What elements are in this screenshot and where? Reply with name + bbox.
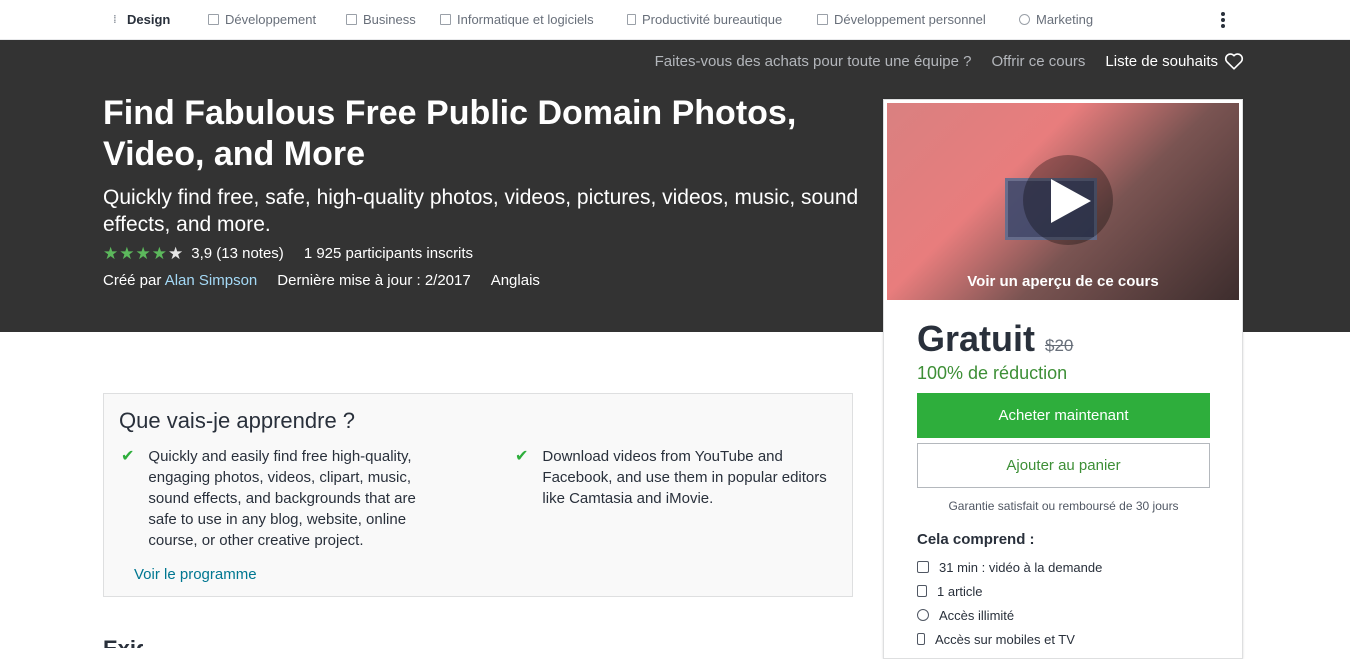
header-links: Faites-vous des achats pour toute une éq… (655, 52, 1244, 70)
play-icon[interactable] (1051, 179, 1091, 223)
nav-item-label: Informatique et logiciels (457, 12, 594, 27)
includes-item: 1 article (917, 579, 1102, 603)
check-icon: ✔ (121, 448, 135, 465)
category-nav: ⁞ Design Développement Business Informat… (0, 0, 1350, 40)
learn-item-text: Download videos from YouTube and Faceboo… (542, 448, 827, 507)
includes-title: Cela comprend : (917, 531, 1035, 548)
nav-item-personal-development[interactable]: Développement personnel (817, 12, 986, 27)
video-icon (917, 561, 929, 573)
course-meta: Créé par Alan Simpson Dernière mise à jo… (103, 272, 540, 289)
course-title: Find Fabulous Free Public Domain Photos,… (103, 94, 797, 173)
team-purchase-link[interactable]: Faites-vous des achats pour toute une éq… (655, 53, 972, 70)
design-icon: ⁞ (113, 14, 117, 26)
nav-item-design[interactable]: ⁞ Design (113, 12, 170, 27)
money-back-guarantee: Garantie satisfait ou remboursé de 30 jo… (948, 499, 1179, 513)
learn-item-text: Quickly and easily find free high-qualit… (148, 448, 416, 549)
learn-item: ✔ Download videos from YouTube and Faceb… (515, 446, 832, 509)
wishlist-label: Liste de souhaits (1105, 52, 1218, 70)
author-line: Créé par Alan Simpson (103, 272, 257, 289)
check-icon: ✔ (515, 448, 529, 465)
star-icon: ★ (103, 244, 119, 263)
course-preview[interactable]: Voir un aperçu de ce cours (887, 103, 1239, 300)
star-empty-icon: ★ (168, 244, 184, 263)
infinity-icon (917, 609, 929, 621)
nav-item-business[interactable]: Business (346, 12, 416, 27)
includes-list: 31 min : vidéo à la demande 1 article Ac… (917, 555, 1102, 651)
star-icon: ★ (151, 244, 167, 263)
nav-item-label: Marketing (1036, 12, 1094, 27)
mobile-icon (917, 633, 925, 645)
includes-item-label: 1 article (937, 583, 983, 599)
nav-item-development[interactable]: Développement (208, 12, 316, 27)
current-price: Gratuit (917, 318, 1036, 359)
created-by-label: Créé par (103, 272, 162, 289)
learn-item: ✔ Quickly and easily find free high-qual… (121, 446, 438, 551)
student-count: 1 925 participants inscrits (303, 245, 474, 262)
last-updated: Dernière mise à jour : 2/2017 (277, 272, 471, 289)
star-icon: ★ (135, 244, 151, 263)
book-icon (817, 14, 828, 25)
gift-course-link[interactable]: Offrir ce cours (992, 53, 1086, 70)
add-to-cart-button[interactable]: Ajouter au panier (917, 443, 1210, 488)
nav-item-label: Productivité bureautique (642, 12, 783, 27)
document-icon (627, 14, 636, 25)
price-block: Gratuit $20 (917, 318, 1073, 360)
nav-item-it-software[interactable]: Informatique et logiciels (440, 12, 594, 27)
includes-item-label: Accès illimité (939, 607, 1015, 623)
author-link[interactable]: Alan Simpson (165, 272, 258, 289)
course-subtitle: Quickly find free, safe, high-quality ph… (103, 186, 859, 236)
course-language: Anglais (490, 272, 540, 289)
more-vertical-icon[interactable] (1216, 10, 1230, 30)
learn-title: Que vais-je apprendre ? (119, 408, 356, 433)
purchase-card: Voir un aperçu de ce cours Gratuit $20 1… (883, 99, 1243, 659)
course-rating: ★ ★ ★ ★ ★ 3,9 (13 notes) 1 925 participa… (103, 245, 473, 262)
nav-item-label: Développement personnel (834, 12, 986, 27)
heart-icon (1224, 53, 1244, 70)
includes-item-label: Accès sur mobiles et TV (935, 631, 1075, 647)
chart-icon (346, 14, 357, 25)
includes-item-label: 31 min : vidéo à la demande (939, 559, 1103, 575)
includes-item: Accès illimité (917, 603, 1102, 627)
nav-item-office-productivity[interactable]: Productivité bureautique (627, 12, 782, 27)
nav-item-label: Design (127, 12, 171, 27)
rating-value: 3,9 (13 notes) (191, 245, 284, 262)
includes-item: 31 min : vidéo à la demande (917, 555, 1102, 579)
nav-item-marketing[interactable]: Marketing (1019, 12, 1093, 27)
code-icon (208, 14, 219, 25)
nav-item-label: Développement (225, 12, 317, 27)
original-price: $20 (1045, 336, 1074, 355)
file-icon (917, 585, 927, 597)
includes-item: Accès sur mobiles et TV (917, 627, 1102, 651)
wishlist-button[interactable]: Liste de souhaits (1105, 52, 1244, 70)
monitor-icon (440, 14, 451, 25)
megaphone-icon (1019, 14, 1030, 25)
what-you-will-learn: Que vais-je apprendre ? ✔ Quickly and ea… (103, 393, 853, 597)
buy-now-button[interactable]: Acheter maintenant (917, 393, 1210, 438)
discount-label: 100% de réduction (917, 363, 1068, 383)
view-curriculum-link[interactable]: Voir le programme (134, 566, 257, 583)
preview-label: Voir un aperçu de ce cours (967, 273, 1159, 290)
star-icon: ★ (119, 244, 135, 263)
nav-item-label: Business (363, 12, 416, 27)
